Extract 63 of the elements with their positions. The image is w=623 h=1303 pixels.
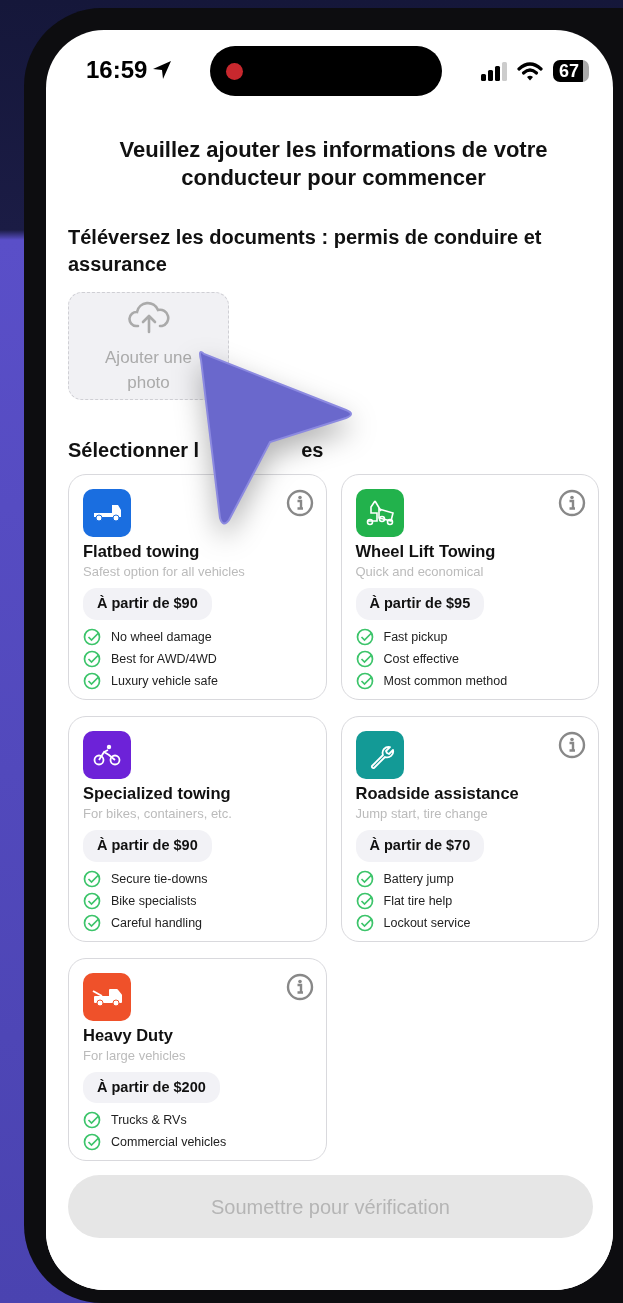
feature-text: Careful handling bbox=[111, 914, 203, 932]
service-subtitle: For large vehicles bbox=[83, 1046, 187, 1065]
check-icon bbox=[83, 1111, 101, 1130]
check-icon bbox=[83, 869, 101, 888]
feature-text: Secure tie-downs bbox=[111, 870, 208, 888]
feature-text: Bike specialists bbox=[111, 892, 197, 910]
feature-text: Commercial vehicles bbox=[111, 1134, 227, 1152]
service-card[interactable]: Wheel Lift Towing Quick and economical À partir de $95 Fast pickup Cost effective Most common method bbox=[340, 474, 599, 700]
feature-text: Trucks & RVs bbox=[111, 1112, 187, 1130]
feature-text: Luxury vehicle safe bbox=[111, 672, 218, 690]
price-tag: À partir de $95 bbox=[355, 588, 485, 620]
feature-text: Battery jump bbox=[383, 870, 454, 888]
service-title: Wheel Lift Towing bbox=[355, 541, 497, 562]
info-icon[interactable] bbox=[558, 730, 586, 759]
check-icon bbox=[83, 627, 101, 646]
feature-text: Best for AWD/4WD bbox=[111, 650, 217, 668]
check-icon bbox=[83, 671, 101, 690]
service-card[interactable]: Flatbed towing Safest option for all vehicles À partir de $90 No wheel damage Best for AWD/4WD Luxury vehicle safe bbox=[68, 474, 327, 700]
location-arrow-icon bbox=[151, 59, 174, 81]
service-card[interactable]: Heavy Duty For large vehicles À partir de $200 Trucks & RVs Commercial vehicles bbox=[68, 957, 327, 1162]
upload-label: Ajouter une photo bbox=[104, 347, 193, 394]
service-subtitle: Jump start, tire change bbox=[355, 804, 489, 823]
service-title: Roadside assistance bbox=[355, 782, 520, 804]
section-title: es bbox=[301, 438, 324, 462]
wifi-icon bbox=[516, 61, 543, 81]
info-icon[interactable] bbox=[285, 972, 314, 1001]
feature-text: Most common method bbox=[383, 672, 508, 690]
feature-text: Flat tire help bbox=[383, 892, 453, 910]
check-icon bbox=[83, 891, 101, 910]
feature-text: Cost effective bbox=[383, 650, 459, 668]
cloud-upload-icon bbox=[127, 299, 170, 335]
info-icon[interactable] bbox=[558, 489, 586, 517]
service-card[interactable]: Roadside assistance Jump start, tire change À partir de $70 Battery jump Flat tire help Lockout service bbox=[340, 715, 599, 942]
price-tag: À partir de $90 bbox=[83, 588, 212, 620]
service-title: Flatbed towing bbox=[83, 541, 201, 562]
service-subtitle: Safest option for all vehicles bbox=[83, 563, 246, 581]
section-title: Sélectionner l bbox=[68, 438, 200, 462]
feature-text: No wheel damage bbox=[111, 628, 212, 646]
price-tag: À partir de $200 bbox=[83, 1071, 220, 1104]
service-title: Heavy Duty bbox=[83, 1024, 174, 1046]
price-tag: À partir de $70 bbox=[355, 829, 485, 862]
check-icon bbox=[355, 671, 374, 690]
feature-text: Fast pickup bbox=[383, 628, 448, 646]
check-icon bbox=[355, 649, 374, 668]
status-time: 16:59 bbox=[86, 56, 148, 84]
check-icon bbox=[83, 913, 101, 932]
service-subtitle: For bikes, containers, etc. bbox=[83, 804, 233, 823]
feature-text: Lockout service bbox=[383, 914, 471, 932]
info-icon[interactable] bbox=[285, 489, 314, 517]
check-icon bbox=[83, 649, 101, 668]
service-card[interactable]: Specialized towing For bikes, containers, etc. À partir de $90 Secure tie-downs Bike specialists Careful handling bbox=[68, 715, 327, 942]
page-heading: Veuillez ajouter les informations de votre conducteur pour commencer bbox=[118, 136, 549, 192]
service-title: Specialized towing bbox=[83, 782, 232, 804]
battery-indicator: 67 bbox=[552, 60, 589, 82]
service-subtitle: Quick and economical bbox=[355, 563, 485, 581]
signal-icon bbox=[480, 61, 507, 81]
check-icon bbox=[355, 869, 374, 888]
documents-label: Téléversez les documents : permis de conduire et assurance bbox=[68, 225, 543, 277]
check-icon bbox=[355, 913, 374, 932]
price-tag: À partir de $90 bbox=[83, 829, 212, 862]
check-icon bbox=[83, 1133, 101, 1152]
check-icon bbox=[355, 627, 374, 646]
check-icon bbox=[355, 891, 374, 910]
